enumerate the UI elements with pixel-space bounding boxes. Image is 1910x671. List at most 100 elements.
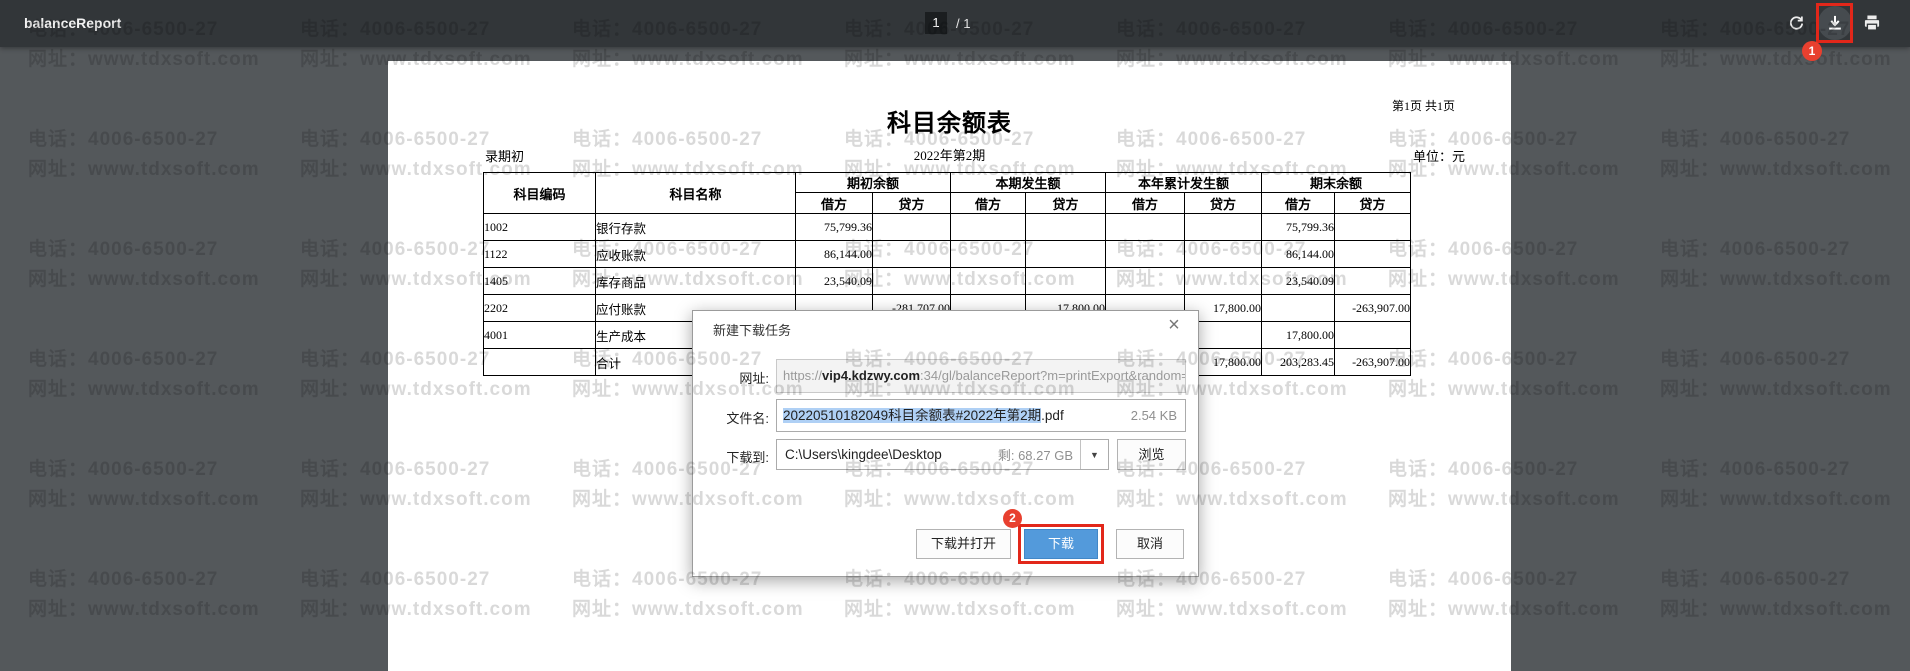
download-icon[interactable]: [1818, 6, 1852, 40]
cell-value: [1185, 268, 1262, 295]
cell-name: 库存商品: [596, 268, 796, 295]
page-indicator: 1 / 1: [925, 12, 970, 34]
col-header-debit: 借方: [951, 193, 1026, 214]
filename-extension: .pdf: [1041, 408, 1064, 423]
url-field[interactable]: https://vip4.kdzwy.com:34/gl/balanceRepo…: [776, 359, 1186, 393]
table-row: 1122 应收账款 86,144.00 86,144.00: [484, 241, 1411, 268]
report-unit: 单位：元: [1413, 146, 1465, 165]
url-host: vip4.kdzwy.com: [822, 368, 920, 383]
cell-code: [484, 349, 596, 376]
cell-value: [1335, 241, 1411, 268]
cell-value: [1335, 322, 1411, 349]
cancel-button[interactable]: 取消: [1116, 529, 1184, 559]
dialog-title: 新建下载任务: [713, 320, 791, 339]
cell-value: [951, 268, 1026, 295]
col-group-period: 本期发生额: [951, 173, 1106, 193]
cell-value: [1026, 268, 1106, 295]
cell-value: [873, 241, 951, 268]
url-prefix: https://: [783, 368, 822, 383]
report-period: 2022年第2期: [388, 145, 1511, 164]
url-rest: :34/gl/balanceReport?m=printExport&rando…: [920, 368, 1186, 383]
cell-value: [1185, 214, 1262, 241]
cell-value: 203,283.45: [1262, 349, 1335, 376]
col-header-name: 科目名称: [596, 173, 796, 214]
cell-value: [1026, 241, 1106, 268]
refresh-icon[interactable]: [1781, 8, 1811, 38]
watermark-text: 电话：4006-6500-27网址：www.tdxsoft.com: [1660, 455, 1892, 515]
page-number-input[interactable]: 1: [925, 12, 947, 34]
cell-value: 23,540.09: [1262, 268, 1335, 295]
cell-value: 17,800.00: [1262, 322, 1335, 349]
watermark-text: 电话：4006-6500-27网址：www.tdxsoft.com: [28, 565, 260, 625]
cell-code: 1002: [484, 214, 596, 241]
filename-label: 文件名:: [693, 408, 769, 427]
filename-field[interactable]: 20220510182049科目余额表#2022年第2期.pdf 2.54 KB: [776, 399, 1186, 432]
destination-label: 下载到:: [693, 447, 769, 466]
destination-path: C:\Users\kingdee\Desktop: [777, 447, 942, 462]
watermark-text: 电话：4006-6500-27网址：www.tdxsoft.com: [28, 455, 260, 515]
report-left-note: 录期初: [485, 146, 524, 165]
cell-value: 86,144.00: [796, 241, 873, 268]
cell-code: 2202: [484, 295, 596, 322]
annotation-step2-badge: 2: [1003, 509, 1022, 528]
cell-value: 86,144.00: [1262, 241, 1335, 268]
browse-button[interactable]: 浏览: [1117, 439, 1186, 470]
col-header-credit: 贷方: [1026, 193, 1106, 214]
download-and-open-button[interactable]: 下载并打开: [916, 529, 1011, 559]
cell-value: [1106, 214, 1185, 241]
watermark-text: 电话：4006-6500-27网址：www.tdxsoft.com: [1660, 235, 1892, 295]
cell-value: [873, 214, 951, 241]
viewer-toolbar: balanceReport 1 / 1: [0, 0, 1910, 47]
table-row: 1405 库存商品 23,540.09 23,540.09: [484, 268, 1411, 295]
cell-value: 75,799.36: [1262, 214, 1335, 241]
destination-field[interactable]: C:\Users\kingdee\Desktop 剩: 68.27 GB ▼: [776, 439, 1109, 470]
cell-value: 23,540.09: [796, 268, 873, 295]
cell-value: -263,907.00: [1335, 349, 1411, 376]
pdf-viewer-screen: 第1页 共1页 科目余额表 2022年第2期 录期初 单位：元 科目编码 科目名…: [0, 0, 1910, 671]
cell-code: 1122: [484, 241, 596, 268]
col-header-debit: 借方: [796, 193, 873, 214]
col-header-credit: 贷方: [1185, 193, 1262, 214]
free-space: 剩: 68.27 GB: [998, 445, 1080, 464]
filename-selected-text: 20220510182049科目余额表#2022年第2期: [783, 408, 1041, 423]
watermark-text: 电话：4006-6500-27网址：www.tdxsoft.com: [28, 235, 260, 295]
cell-code: 1405: [484, 268, 596, 295]
col-header-credit: 贷方: [873, 193, 951, 214]
dialog-titlebar[interactable]: 新建下载任务 ×: [693, 311, 1198, 343]
col-group-opening: 期初余额: [796, 173, 951, 193]
cell-value: -263,907.00: [1335, 295, 1411, 322]
page-total-label: / 1: [956, 16, 970, 31]
cell-name: 银行存款: [596, 214, 796, 241]
col-group-ytd: 本年累计发生额: [1106, 173, 1262, 193]
cell-value: 75,799.36: [796, 214, 873, 241]
col-header-code: 科目编码: [484, 173, 596, 214]
watermark-text: 电话：4006-6500-27网址：www.tdxsoft.com: [28, 345, 260, 405]
cell-value: [1106, 241, 1185, 268]
cell-value: [1026, 214, 1106, 241]
cell-value: [873, 268, 951, 295]
watermark-text: 电话：4006-6500-27网址：www.tdxsoft.com: [1660, 565, 1892, 625]
cell-name: 应收账款: [596, 241, 796, 268]
download-button[interactable]: 下载: [1024, 529, 1098, 559]
print-icon[interactable]: [1857, 8, 1887, 38]
file-size: 2.54 KB: [1131, 400, 1177, 431]
document-title: balanceReport: [24, 15, 121, 31]
chevron-down-icon[interactable]: ▼: [1080, 440, 1108, 469]
col-header-credit: 贷方: [1335, 193, 1411, 214]
col-header-debit: 借方: [1262, 193, 1335, 214]
cell-value: [1106, 268, 1185, 295]
watermark-text: 电话：4006-6500-27网址：www.tdxsoft.com: [1660, 125, 1892, 185]
cell-code: 4001: [484, 322, 596, 349]
url-label: 网址:: [693, 368, 769, 387]
watermark-text: 电话：4006-6500-27网址：www.tdxsoft.com: [1660, 345, 1892, 405]
cell-value: [1262, 295, 1335, 322]
download-dialog: 新建下载任务 × 网址: https://vip4.kdzwy.com:34/g…: [692, 310, 1199, 577]
cell-value: [951, 241, 1026, 268]
cell-value: [1335, 268, 1411, 295]
table-row: 1002 银行存款 75,799.36 75,799.36: [484, 214, 1411, 241]
cell-value: [1185, 241, 1262, 268]
col-group-ending: 期末余额: [1262, 173, 1411, 193]
close-icon[interactable]: ×: [1163, 314, 1185, 336]
cell-value: [951, 214, 1026, 241]
cell-value: [1335, 214, 1411, 241]
